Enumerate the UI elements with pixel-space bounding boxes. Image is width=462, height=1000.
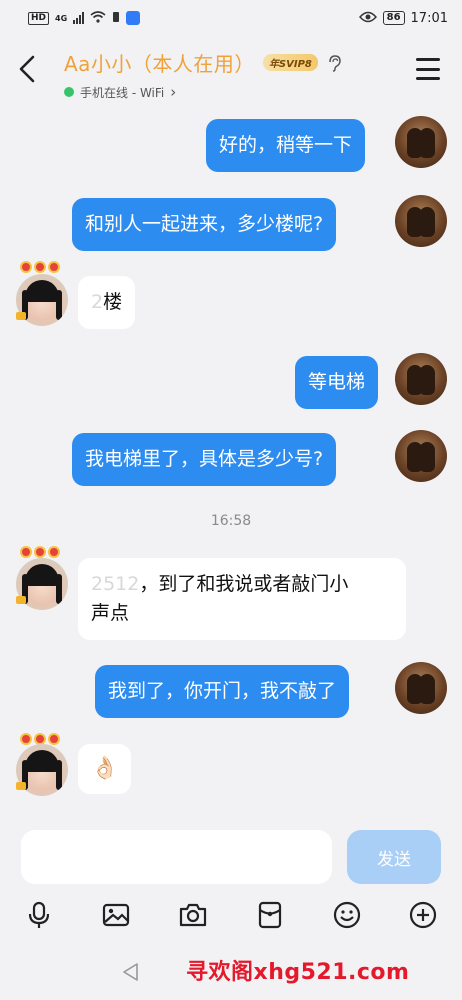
send-button[interactable]: 发送 bbox=[347, 830, 441, 884]
crown-icon bbox=[16, 312, 26, 320]
nav-back-icon[interactable] bbox=[121, 962, 141, 982]
my-avatar[interactable] bbox=[395, 116, 447, 168]
composer: 发送 bbox=[0, 822, 462, 890]
message-input[interactable] bbox=[21, 830, 332, 884]
my-avatar[interactable] bbox=[395, 430, 447, 482]
red-packet-icon[interactable] bbox=[253, 898, 287, 932]
menu-button[interactable] bbox=[416, 58, 440, 80]
message-bubble-outgoing[interactable]: 等电梯 bbox=[295, 356, 379, 409]
online-dot bbox=[64, 87, 74, 97]
svip-badge: 年SVIP8 bbox=[262, 54, 318, 71]
avatar-decoration bbox=[20, 543, 64, 559]
watermark: 寻欢阁xhg521.com bbox=[186, 960, 410, 985]
online-status: 手机在线 - WiFi bbox=[80, 85, 165, 100]
message-bubble-outgoing[interactable]: 我到了，你开门，我不敲了 bbox=[95, 665, 350, 718]
message-bubble-outgoing[interactable]: 好的，稍等一下 bbox=[206, 119, 366, 172]
message-bubble-outgoing[interactable]: 和别人一起进来，多少楼呢? bbox=[72, 198, 337, 251]
emoji-icon[interactable] bbox=[330, 898, 364, 932]
microphone-icon[interactable] bbox=[22, 898, 56, 932]
signal-icon bbox=[73, 12, 85, 24]
message-bubble-incoming[interactable]: 2512，到了和我说或者敲门小 声点 bbox=[78, 558, 406, 640]
message-list[interactable]: 好的，稍等一下 和别人一起进来，多少楼呢? 2楼 等电梯 我电梯里了，具体是多少… bbox=[0, 102, 462, 822]
status-bar: HD 4G 86 17:01 bbox=[0, 0, 462, 36]
my-avatar[interactable] bbox=[395, 195, 447, 247]
avatar-decoration bbox=[20, 258, 64, 274]
chat-header: Aa小小（本人在用） 年SVIP8 手机在线 - WiFi › bbox=[0, 36, 462, 102]
ear-icon[interactable] bbox=[326, 54, 342, 72]
contact-title[interactable]: Aa小小（本人在用） 年SVIP8 手机在线 - WiFi › bbox=[64, 48, 342, 101]
ok-hand-emoji: 👌🏻 bbox=[91, 756, 119, 781]
hd-badge: HD bbox=[28, 11, 50, 25]
back-button[interactable] bbox=[18, 54, 42, 84]
eye-icon bbox=[358, 11, 377, 26]
battery-icon: 86 bbox=[382, 11, 405, 25]
network-type: 4G bbox=[55, 13, 68, 23]
my-avatar[interactable] bbox=[395, 353, 447, 405]
sim-icon bbox=[112, 11, 120, 26]
my-avatar[interactable] bbox=[395, 662, 447, 714]
crown-icon bbox=[16, 782, 26, 790]
crown-icon bbox=[16, 596, 26, 604]
plus-icon[interactable] bbox=[406, 898, 440, 932]
system-nav-bar: 寻欢阁xhg521.com bbox=[0, 940, 462, 1000]
camera-icon[interactable] bbox=[176, 898, 210, 932]
chat-toolbar bbox=[0, 890, 462, 940]
contact-name: Aa小小（本人在用） bbox=[64, 52, 255, 76]
chevron-right-icon: › bbox=[170, 83, 177, 101]
status-time: 17:01 bbox=[410, 10, 448, 26]
image-icon[interactable] bbox=[99, 898, 133, 932]
app-notification-icon bbox=[126, 11, 141, 25]
message-bubble-outgoing[interactable]: 我电梯里了，具体是多少号? bbox=[72, 433, 337, 486]
message-bubble-incoming[interactable]: 2楼 bbox=[78, 276, 136, 329]
chevron-left-icon bbox=[19, 55, 35, 83]
wifi-icon bbox=[90, 10, 106, 26]
message-bubble-incoming[interactable]: 👌🏻 bbox=[78, 744, 132, 794]
time-divider: 16:58 bbox=[210, 513, 252, 529]
